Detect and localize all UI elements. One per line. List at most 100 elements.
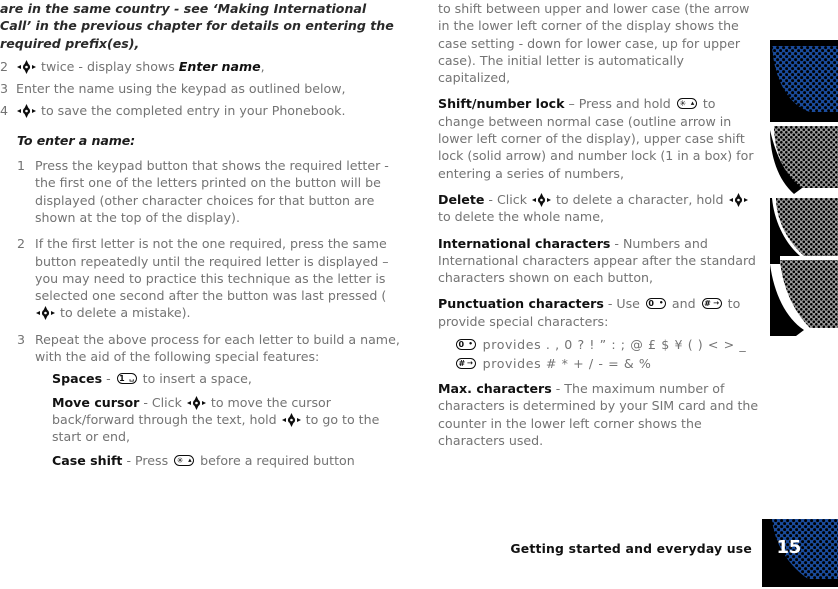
feature-dash: - Click [139,394,186,410]
continuation-paragraph: to shift between upper and lower case (t… [438,1,750,86]
definition-dash: – Press and hold [564,96,675,112]
substep-text: Repeat the above process for each letter… [35,331,400,365]
definition-text-mid: and [667,296,700,312]
definition-punctuation-characters: Punctuation characters - Use 0 • and # → t… [438,295,760,330]
definition-term: Punctuation characters [438,296,604,312]
key-star-char: ✳ [176,455,184,465]
definition-shift-number-lock: Shift/number lock – Press and hold ✳ ▴ to… [438,95,760,181]
key-0-char: 0 [458,340,465,350]
deco-strip-gray-middle [770,126,838,194]
key-hash-icon: # → [456,358,476,370]
step-text-after: , [260,58,265,74]
nav-key-icon [531,192,551,207]
key-hash-char: # [458,359,466,369]
subheading: To enter a name: [17,132,136,148]
key-star-icon: ✳ ▴ [174,454,195,466]
punctuation-line-text: provides . , 0 ? ! ” : ; @ £ $ ¥ ( ) < >… [478,337,747,353]
definition-dash: - Click [484,191,531,207]
numbered-steps: 2 twice - display shows Enter name, 3 En… [0,58,400,120]
step-text: to save the completed entry in your Phon… [37,103,346,119]
nav-key-icon [17,104,36,119]
key-0-mark: • [658,299,664,308]
key-hash-icon: # → [701,298,722,310]
list-item: 2 twice - display shows Enter name, [0,58,400,75]
step-body: twice - display shows Enter name, [16,58,400,75]
substep-text-part2: to delete a mistake). [56,305,191,321]
key-1-icon: 1 ␣ [116,373,137,385]
key-0-icon: 0 • [456,339,476,351]
feature-text: to insert a space, [138,371,252,387]
definition-text-end: to delete the whole name, [438,209,604,225]
list-item: 3 Repeat the above process for each lett… [17,331,400,366]
feature-case-shift: Case shift - Press ✳ ▴ before a required … [52,452,400,469]
step-number: 2 [0,58,9,74]
punctuation-line-zero: 0 • provides . , 0 ? ! ” : ; @ £ $ ¥ ( ) … [454,335,760,354]
key-star-char: ✳ [679,99,687,109]
substep-body: If the first letter is not the one requi… [35,235,400,321]
nav-key-icon [36,306,55,321]
step-text: Enter the name using the keypad as outli… [16,81,346,97]
definition-term: Delete [438,191,485,207]
nav-key-icon [17,59,36,74]
key-star-mark: ▴ [690,99,695,108]
key-hash-mark: → [467,359,474,368]
key-star-mark: ▴ [188,455,192,464]
punctuation-line-text: provides # * + / - = & % [478,356,652,372]
deco-strip-gray-lower [770,198,838,336]
step-number: 3 [0,81,9,97]
feature-text: before a required button [196,452,355,468]
page-number: 15 [776,537,802,558]
manual-page: are in the same country - see ‘Making In… [0,0,838,589]
punctuation-line-hash: # → provides # * + / - = & % [454,354,760,373]
definition-term: International characters [438,235,611,251]
feature-list: Spaces - 1 ␣ to insert a space, Move curs… [52,370,400,468]
definition-international-characters: International characters - Numbers and I… [438,235,760,287]
step-number: 4 [0,103,9,119]
deco-strip-blue-top [770,40,838,122]
key-0-icon: 0 • [645,298,666,310]
nav-key-icon [281,412,301,427]
definition-dash: - [610,235,623,251]
nav-key-icon [186,395,206,410]
footer-title: Getting started and everyday use [510,541,752,556]
key-star-icon: ✳ ▴ [676,98,697,110]
step-body: to save the completed entry in your Phon… [16,102,400,119]
substep-number: 3 [17,331,26,347]
feature-dash: - Press [122,452,173,468]
punctuation-reference-list: 0 • provides . , 0 ? ! ” : ; @ £ $ ¥ ( ) … [454,335,760,373]
key-1-char: 1 [119,374,125,384]
substep-number: 1 [17,158,26,174]
substep-text-part1: If the first letter is not the one requi… [35,236,389,304]
definition-text-mid: to delete a character, hold [551,191,728,207]
definition-dash: - Use [603,296,644,312]
key-hash-mark: → [713,299,720,308]
feature-dash: - [102,371,115,387]
sub-numbered-steps: 1 Press the keypad button that shows the… [17,157,400,365]
definition-list: Shift/number lock – Press and hold ✳ ▴ to… [438,95,760,330]
right-column: to shift between upper and lower case (t… [438,0,760,458]
list-item: 4 to save the completed entry in your Ph… [0,102,400,119]
definition-term: Max. characters [438,381,552,397]
feature-term: Case shift [52,452,123,468]
substep-number: 2 [17,236,26,252]
list-item: 1 Press the keypad button that shows the… [17,157,400,226]
definition-dash: - [551,381,565,397]
definition-delete: Delete - Click to delete a character, ho… [438,191,760,226]
step-emphasis: Enter name [178,58,261,74]
intro-paragraph: are in the same country - see ‘Making In… [0,1,394,51]
feature-term: Spaces [52,371,103,387]
list-item: 2 If the first letter is not the one req… [17,235,400,321]
definition-max-characters: Max. characters - The maximum number of … [438,380,760,449]
nav-key-icon [728,192,748,207]
left-column: are in the same country - see ‘Making In… [0,0,400,475]
list-item: 3 Enter the name using the keypad as out… [0,80,400,97]
feature-term: Move cursor [52,394,140,410]
key-hash-char: # [704,299,711,309]
step-text: twice - display shows [37,58,179,74]
key-0-char: 0 [648,299,654,309]
key-0-mark: • [468,340,474,349]
feature-spaces: Spaces - 1 ␣ to insert a space, [52,370,400,387]
page-footer: Getting started and everyday use 15 [0,519,838,589]
key-1-mark: ␣ [129,374,135,383]
substep-text: Press the keypad button that shows the r… [35,158,389,225]
